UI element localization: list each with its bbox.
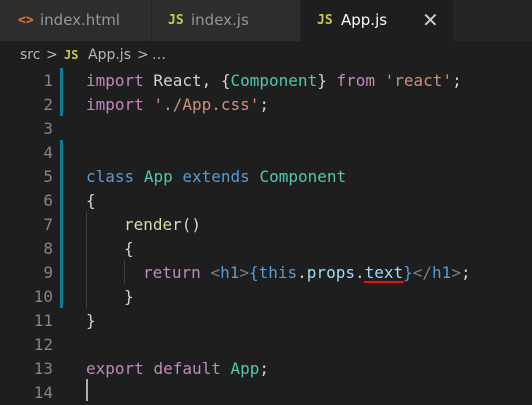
tab-label: index.html — [40, 11, 120, 29]
token: class — [86, 167, 135, 186]
line-number: 3 — [43, 119, 53, 138]
tab-label: index.js — [191, 11, 249, 29]
code-line: 11} — [0, 309, 532, 333]
tab-label: App.js — [341, 11, 388, 29]
token: export — [86, 359, 144, 378]
tab-app-js[interactable]: JS App.js ✕ — [301, 0, 453, 41]
html-file-icon: <> — [18, 13, 34, 28]
line-number: 13 — [33, 359, 53, 378]
token: { — [124, 239, 134, 258]
token: h1 — [220, 263, 240, 282]
breadcrumb-file[interactable]: App.js — [88, 41, 131, 69]
tab-index-html[interactable]: <> index.html — [0, 0, 151, 41]
code-line: 14 — [0, 381, 532, 405]
code-line: 8{ — [0, 237, 532, 261]
js-file-icon: JS — [168, 13, 184, 28]
token: import — [86, 71, 144, 90]
line-number: 4 — [43, 143, 53, 162]
token: </ — [412, 263, 433, 282]
code-editor[interactable]: 1 import React, {Component} from 'react';… — [0, 68, 532, 402]
line-number: 9 — [43, 263, 53, 282]
token: text — [364, 263, 404, 282]
token: ; — [460, 263, 471, 282]
js-file-icon: JS — [317, 13, 333, 28]
line-number: 1 — [43, 71, 53, 90]
token: < — [210, 263, 221, 282]
code-line: 10} — [0, 285, 532, 309]
line-number: 6 — [43, 191, 53, 210]
code-line: 6{ — [0, 189, 532, 213]
token: ; — [259, 359, 270, 378]
token: } — [403, 263, 413, 282]
tab-bar: <> index.html JS index.js JS App.js ✕ — [0, 0, 532, 41]
token: ; — [452, 71, 462, 90]
token: './App.css' — [153, 95, 260, 114]
line-number: 8 — [43, 239, 53, 258]
token: { — [86, 191, 96, 210]
line-number: 14 — [33, 383, 53, 402]
code-line: 7 render() — [0, 213, 532, 237]
token: > — [451, 263, 461, 282]
breadcrumb-src[interactable]: src — [20, 41, 40, 69]
token: default — [153, 359, 221, 378]
token: from — [336, 71, 375, 90]
token: () — [181, 215, 202, 234]
token: . — [354, 263, 365, 282]
tab-index-js[interactable]: JS index.js — [152, 0, 300, 41]
token: Component — [259, 167, 347, 186]
line-number: 7 — [43, 215, 53, 234]
token: } — [86, 311, 96, 330]
token: > — [239, 263, 249, 282]
token: React, { — [143, 71, 231, 90]
token: this — [258, 263, 298, 282]
code-line: 9 return <h1>{this.props.text}</h1>; — [0, 261, 532, 285]
token: extends — [182, 167, 250, 186]
token: props — [306, 263, 355, 282]
token: import — [86, 95, 144, 114]
breadcrumb: src > JS App.js > … — [0, 41, 532, 69]
breadcrumb-ellipsis[interactable]: … — [152, 41, 166, 69]
code-line: 5 class App extends Component — [0, 165, 532, 189]
token: } — [317, 71, 337, 90]
line-number: 12 — [33, 335, 53, 354]
chevron-right-icon: > — [46, 47, 58, 63]
line-number: 10 — [33, 287, 53, 306]
code-line: 1 import React, {Component} from 'react'; — [0, 69, 532, 93]
token: . — [297, 263, 307, 282]
line-number: 5 — [43, 167, 53, 186]
code-line: 4 — [0, 141, 532, 165]
token: App — [230, 359, 260, 378]
token: } — [124, 287, 134, 306]
token: Component — [230, 71, 318, 90]
code-line: 3 — [0, 117, 532, 141]
close-icon[interactable]: ✕ — [422, 0, 439, 41]
token: { — [248, 263, 259, 282]
code-line: 12 — [0, 333, 532, 357]
line-number: 2 — [43, 95, 53, 114]
token: App — [143, 167, 173, 186]
token: return — [143, 263, 201, 282]
token: 'react' — [384, 71, 453, 90]
js-file-icon: JS — [64, 48, 79, 62]
token: render — [124, 215, 182, 234]
code-line: 13 export default App; — [0, 357, 532, 381]
line-number: 11 — [33, 311, 53, 330]
code-line: 2 import './App.css'; — [0, 93, 532, 117]
token: h1 — [432, 263, 452, 282]
token: ; — [259, 95, 270, 114]
chevron-right-icon: > — [137, 47, 149, 63]
